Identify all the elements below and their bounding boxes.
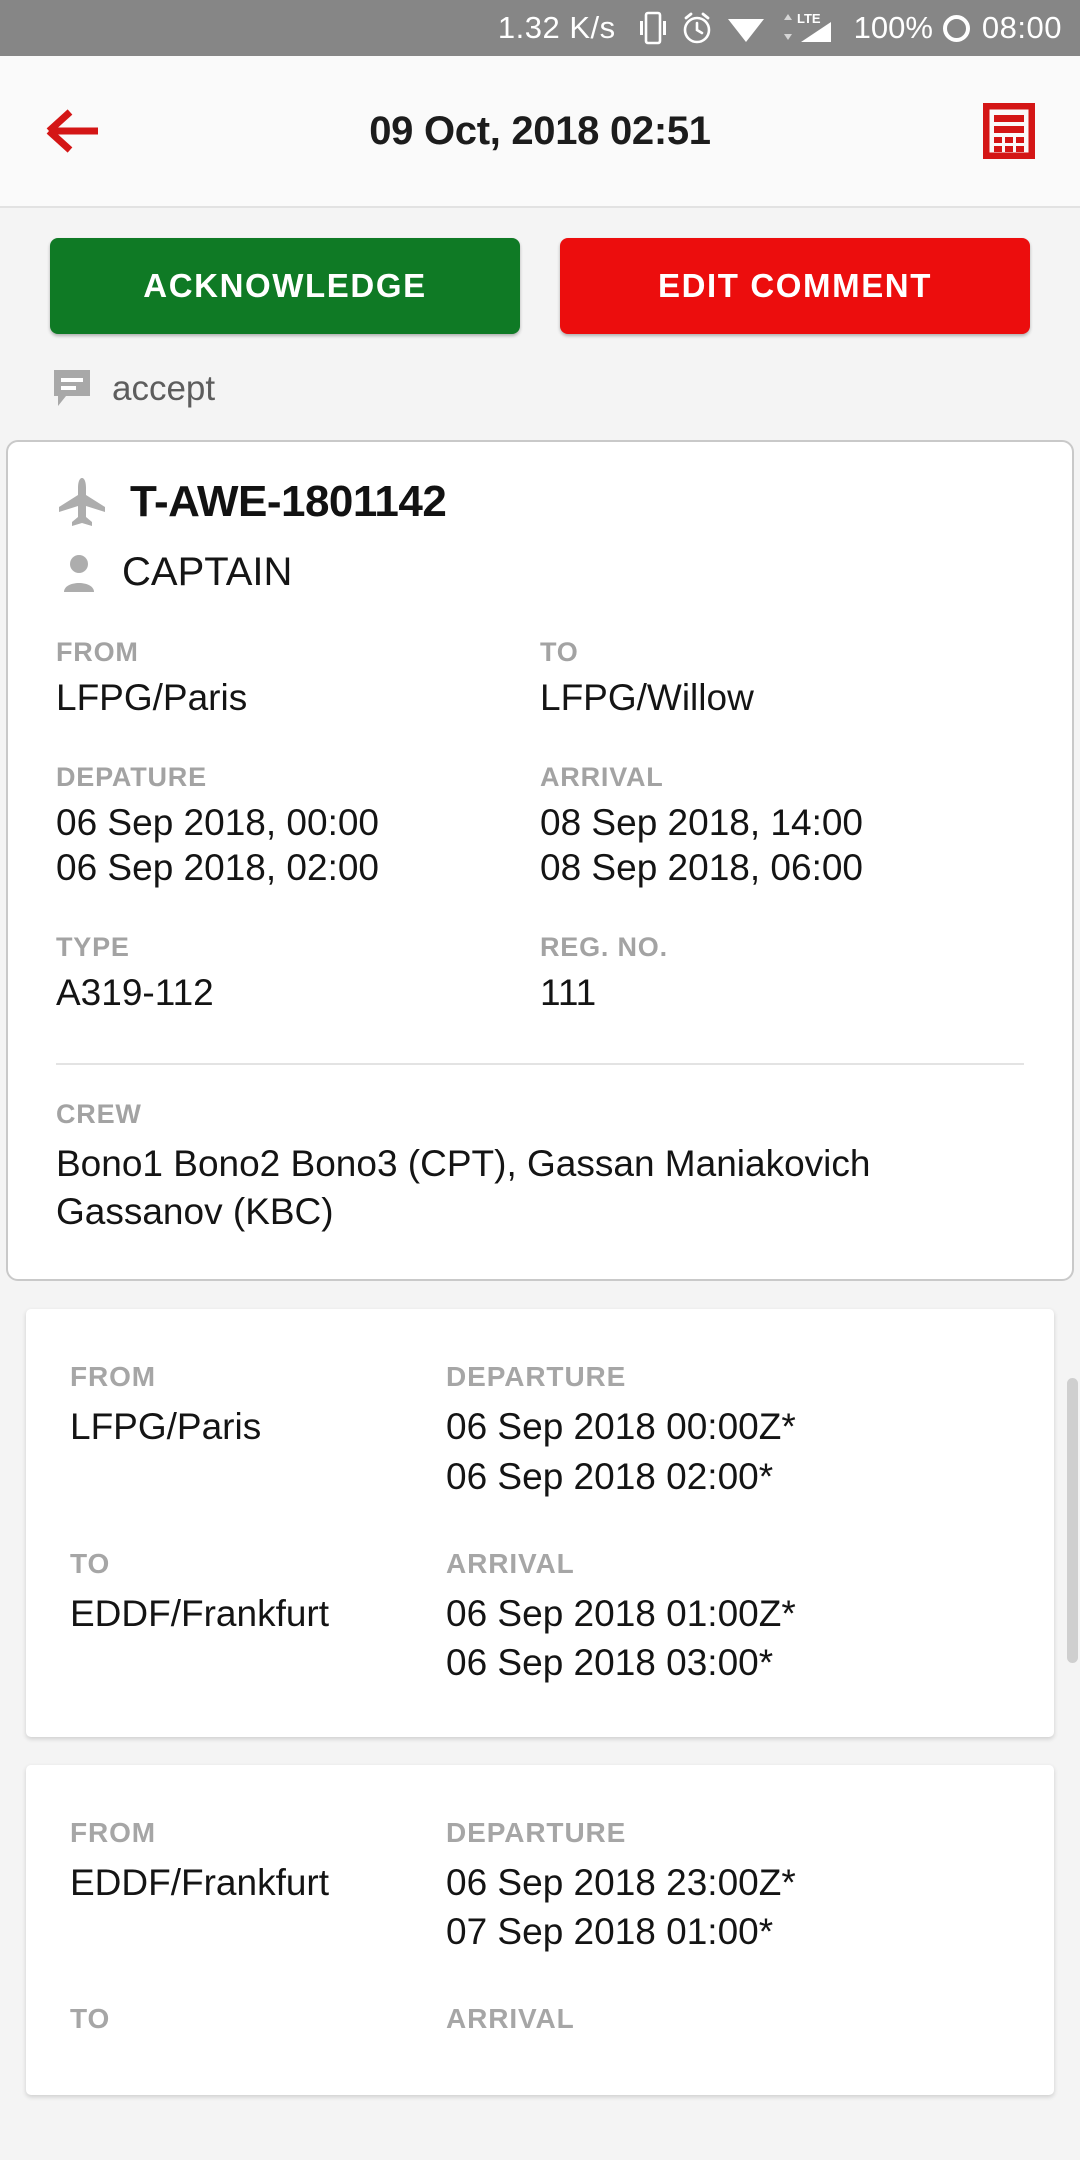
leg-arrival-value-2: 06 Sep 2018 03:00*: [446, 1642, 774, 1684]
arrival-block: ARRIVAL 08 Sep 2018, 14:00 08 Sep 2018, …: [540, 762, 1024, 890]
leg-from-label: FROM: [70, 1816, 157, 1848]
comment-row: accept: [0, 334, 1080, 410]
crew-label: CREW: [56, 1098, 142, 1129]
battery-percent-label: 100%: [853, 10, 933, 45]
leg-departure-label: DEPARTURE: [446, 1816, 627, 1848]
reg-block: REG. NO. 111: [540, 932, 1024, 1015]
leg-from-label: FROM: [70, 1361, 157, 1393]
type-label: TYPE: [56, 931, 130, 962]
leg-departure-block: DEPARTURE 06 Sep 2018 23:00Z* 07 Sep 201…: [446, 1817, 1010, 1956]
flight-summary-card[interactable]: T-AWE-1801142 CAPTAIN FROM LFPG/Paris TO…: [6, 440, 1074, 1282]
type-reg-row: TYPE A319-112 REG. NO. 111: [56, 932, 1024, 1015]
reg-value: 111: [540, 971, 597, 1013]
action-button-row: ACKNOWLEDGE EDIT COMMENT: [0, 208, 1080, 334]
crew-value: Bono1 Bono2 Bono3 (CPT), Gassan Maniakov…: [56, 1142, 871, 1233]
back-button[interactable]: [18, 76, 128, 186]
comment-text: accept: [112, 369, 216, 408]
leg-arrival-block: ARRIVAL 06 Sep 2018 01:00Z* 06 Sep 2018 …: [446, 1548, 1010, 1687]
type-value: A319-112: [56, 971, 214, 1013]
leg-to-value: EDDF/Frankfurt: [70, 1593, 330, 1634]
leg-to-label: TO: [70, 2003, 111, 2035]
departure-value-2: 06 Sep 2018, 02:00: [56, 847, 380, 889]
crew-block: CREW Bono1 Bono2 Bono3 (CPT), Gassan Man…: [56, 1099, 1024, 1238]
airplane-icon: [56, 476, 108, 528]
leg-departure-row: FROM LFPG/Paris DEPARTURE 06 Sep 2018 00…: [70, 1361, 1010, 1500]
from-value: LFPG/Paris: [56, 677, 248, 718]
leg-from-block: FROM EDDF/Frankfurt: [70, 1817, 446, 1956]
leg-from-block: FROM LFPG/Paris: [70, 1361, 446, 1500]
departure-value-1: 06 Sep 2018, 00:00: [56, 801, 380, 843]
leg-spacer: [70, 1955, 1010, 2003]
svg-text:LTE: LTE: [797, 11, 821, 26]
leg-departure-label: DEPARTURE: [446, 1361, 627, 1393]
flight-number-row: T-AWE-1801142: [56, 476, 1024, 528]
to-label: TO: [540, 637, 579, 667]
leg-from-value: EDDF/Frankfurt: [70, 1861, 330, 1903]
network-speed-label: 1.32 K/s: [497, 10, 616, 45]
leg-card[interactable]: FROM EDDF/Frankfurt DEPARTURE 06 Sep 201…: [26, 1764, 1054, 2096]
app-bar: 09 Oct, 2018 02:51: [0, 56, 1080, 208]
leg-arrival-value-1: 06 Sep 2018 01:00Z*: [446, 1593, 796, 1634]
leg-from-value: LFPG/Paris: [70, 1406, 262, 1448]
scrollbar-thumb[interactable]: [1067, 1378, 1078, 1663]
acknowledge-button[interactable]: ACKNOWLEDGE: [50, 238, 520, 334]
leg-departure-block: DEPARTURE 06 Sep 2018 00:00Z* 06 Sep 201…: [446, 1361, 1010, 1500]
edit-comment-button[interactable]: EDIT COMMENT: [560, 238, 1030, 334]
vibrate-icon: [639, 11, 667, 45]
from-to-row: FROM LFPG/Paris TO LFPG/Willow: [56, 637, 1024, 720]
leg-arrival-row: TO ARRIVAL: [70, 2003, 1010, 2045]
leg-arrival-label: ARRIVAL: [446, 1548, 575, 1579]
leg-spacer: [70, 1500, 1010, 1548]
from-block: FROM LFPG/Paris: [56, 637, 540, 720]
leg-to-block: TO: [70, 2003, 446, 2045]
leg-arrival-label: ARRIVAL: [446, 2003, 575, 2035]
leg-to-block: TO EDDF/Frankfurt: [70, 1548, 446, 1687]
clock-label: 08:00: [981, 10, 1062, 45]
leg-departure-value-1: 06 Sep 2018 00:00Z*: [446, 1406, 796, 1448]
type-block: TYPE A319-112: [56, 932, 540, 1015]
wifi-icon: [727, 12, 765, 44]
leg-departure-value-1: 06 Sep 2018 23:00Z*: [446, 1861, 796, 1903]
status-bar: 1.32 K/s LTE 100% 08:00: [0, 0, 1080, 56]
report-button[interactable]: [964, 86, 1054, 176]
flight-number: T-AWE-1801142: [130, 477, 447, 526]
arrival-value-2: 08 Sep 2018, 06:00: [540, 847, 864, 889]
role-label: CAPTAIN: [122, 550, 293, 594]
leg-departure-value-2: 07 Sep 2018 01:00*: [446, 1911, 774, 1953]
arrival-value-1: 08 Sep 2018, 14:00: [540, 801, 864, 843]
back-arrow-icon: [44, 108, 102, 154]
reg-label: REG. NO.: [540, 931, 668, 962]
from-label: FROM: [56, 637, 139, 667]
departure-arrival-row: DEPATURE 06 Sep 2018, 00:00 06 Sep 2018,…: [56, 762, 1024, 890]
departure-label: DEPATURE: [56, 761, 207, 792]
page-title: 09 Oct, 2018 02:51: [369, 108, 711, 153]
to-block: TO LFPG/Willow: [540, 637, 1024, 720]
leg-arrival-block: ARRIVAL: [446, 2003, 1010, 2045]
comment-icon: [52, 368, 92, 410]
alarm-icon: [681, 11, 713, 45]
to-value: LFPG/Willow: [540, 677, 754, 718]
lte-signal-icon: LTE: [779, 10, 837, 46]
departure-block: DEPATURE 06 Sep 2018, 00:00 06 Sep 2018,…: [56, 762, 540, 890]
leg-to-label: TO: [70, 1548, 111, 1579]
leg-departure-value-2: 06 Sep 2018 02:00*: [446, 1455, 774, 1497]
role-row: CAPTAIN: [56, 550, 1024, 595]
leg-departure-row: FROM EDDF/Frankfurt DEPARTURE 06 Sep 201…: [70, 1817, 1010, 1956]
leg-arrival-row: TO EDDF/Frankfurt ARRIVAL 06 Sep 2018 01…: [70, 1548, 1010, 1687]
leg-card[interactable]: FROM LFPG/Paris DEPARTURE 06 Sep 2018 00…: [26, 1309, 1054, 1737]
scroll-content[interactable]: ACKNOWLEDGE EDIT COMMENT accept T-AWE-18…: [0, 208, 1080, 2160]
card-divider: [56, 1062, 1024, 1065]
battery-circle-icon: [942, 14, 970, 42]
person-icon: [62, 553, 96, 593]
table-report-icon: [983, 103, 1035, 159]
arrival-label: ARRIVAL: [540, 761, 664, 792]
